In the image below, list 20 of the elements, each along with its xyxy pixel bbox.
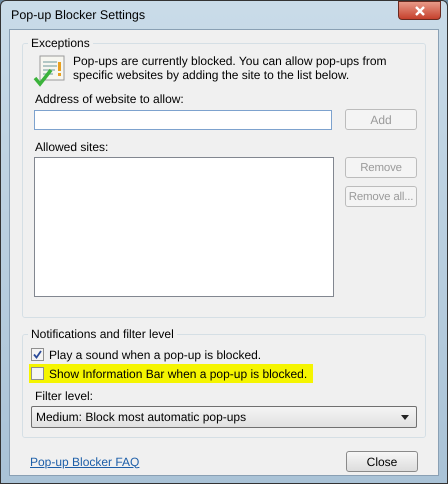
checkbox-option[interactable]: Show Information Bar when a pop-up is blocked. — [29, 364, 314, 383]
checkbox[interactable] — [31, 348, 44, 361]
group-title: Exceptions — [30, 36, 91, 50]
checkbox[interactable] — [31, 367, 44, 380]
page-check-icon — [33, 54, 67, 88]
close-button[interactable]: Close — [346, 451, 418, 472]
dropdown-arrow-icon — [401, 414, 409, 420]
list-label: Allowed sites: — [35, 140, 110, 154]
field-label: Address of website to allow: — [35, 92, 185, 106]
address-field[interactable] — [34, 110, 332, 130]
filter-level-dropdown[interactable]: Medium: Block most automatic pop-ups — [31, 406, 417, 428]
info-message: Pop-ups are currently blocked. You can allow pop-ups from specific websites by adding the site to the list below. — [73, 54, 388, 82]
field-label: Filter level: — [35, 389, 94, 403]
group-title: Notifications and filter level — [30, 327, 175, 341]
close-button[interactable] — [398, 1, 441, 20]
close-icon — [414, 6, 426, 16]
faq-link[interactable]: Pop-up Blocker FAQ — [30, 454, 140, 468]
window-title: Pop-up Blocker Settings — [10, 8, 146, 22]
checkbox-option[interactable]: Play a sound when a pop-up is blocked. — [29, 345, 268, 364]
allowed-sites-list[interactable] — [34, 157, 334, 297]
